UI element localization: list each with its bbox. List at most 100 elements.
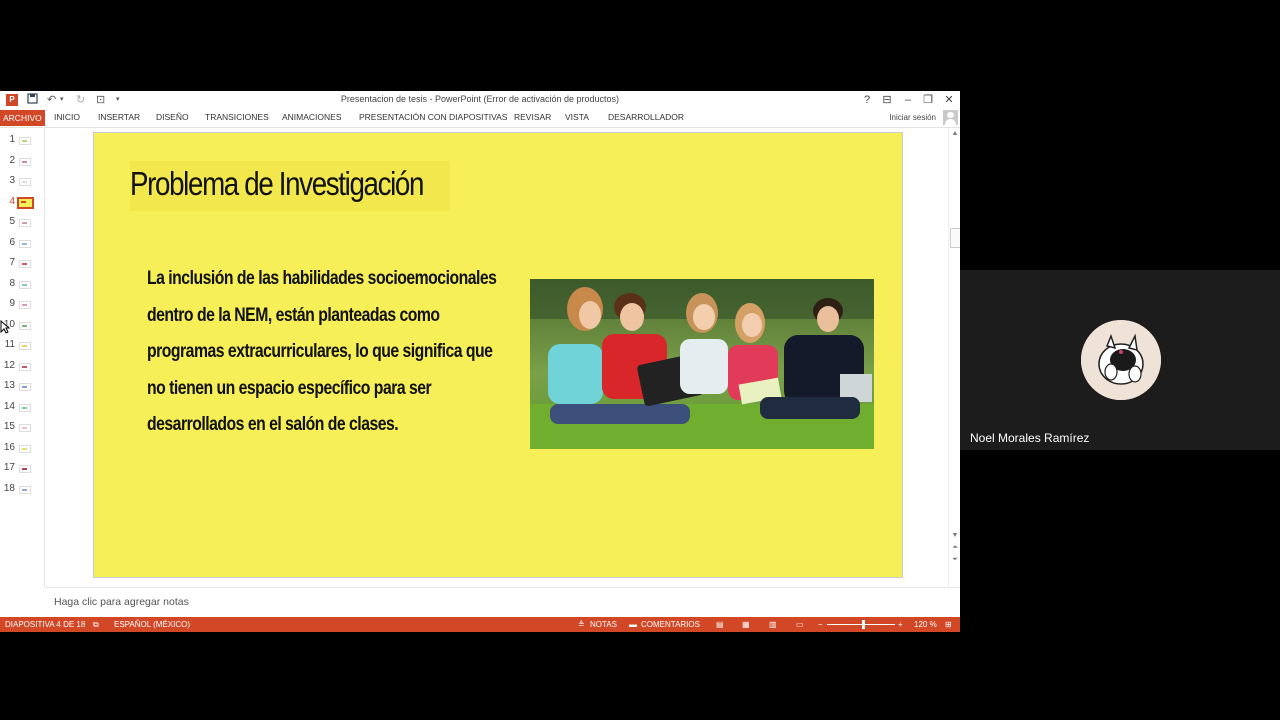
students-photo[interactable] [530, 279, 874, 449]
slide-body-line: desarrollados en el salón de clases. [147, 414, 399, 435]
status-bar: DIAPOSITIVA 4 DE 18 ⧉ ESPAÑOL (MÉXICO) ≜… [0, 617, 960, 632]
slide-title[interactable]: Problema de Investigación [130, 165, 424, 203]
slide-thumbnail[interactable]: 11 [0, 335, 44, 356]
scrollbar-thumb[interactable] [950, 228, 960, 248]
tab-inicio[interactable]: INICIO [54, 112, 80, 122]
scroll-down-icon[interactable]: ▼ [950, 532, 960, 539]
slide-thumbnail-number: 9 [9, 298, 15, 309]
slide-thumbnail-number: 2 [9, 154, 15, 166]
slide-thumbnail-preview [19, 301, 31, 309]
zoom-out-button[interactable]: − [818, 620, 823, 629]
slide-thumbnail-number: 7 [9, 257, 15, 268]
notes-toggle-icon[interactable]: ≜ [578, 620, 585, 629]
tab-revisar[interactable]: REVISAR [514, 112, 551, 122]
slide-thumbnail[interactable]: 6 [0, 233, 44, 254]
slide-thumbnail[interactable]: 13 [0, 376, 44, 397]
slide-thumbnail-number: 14 [3, 400, 15, 412]
slide-thumbnail-number: 11 [4, 339, 15, 350]
comments-icon[interactable]: ▬ [629, 620, 637, 629]
zoom-slider-thumb[interactable] [862, 620, 865, 629]
slide-thumbnail[interactable]: 5 [0, 212, 44, 233]
notes-toggle-button[interactable]: NOTAS [590, 620, 617, 629]
zoom-slider[interactable] [827, 624, 895, 625]
slide-thumbnail-number: 18 [3, 482, 15, 494]
scroll-up-icon[interactable]: ▲ [950, 130, 960, 137]
minimize-button[interactable]: – [901, 93, 915, 107]
slide-body-line: La inclusión de las habilidades socioemo… [147, 268, 497, 289]
fit-slide-icon[interactable]: ⊞ [945, 620, 952, 629]
slide-thumbnail[interactable]: 1 [0, 130, 44, 151]
slide-thumbnail[interactable]: 14 [0, 397, 44, 418]
slide-thumbnail-preview [19, 157, 31, 166]
slide-thumbnail[interactable]: 7 [0, 253, 44, 274]
slide-thumbnail-number: 12 [3, 359, 15, 371]
participant-avatar [1081, 320, 1161, 400]
tab-animaciones[interactable]: ANIMACIONES [282, 112, 342, 122]
tab-transiciones[interactable]: TRANSICIONES [205, 112, 269, 122]
slide-thumbnail-number: 13 [3, 380, 15, 391]
current-slide[interactable]: Problema de Investigación La inclusión d… [93, 132, 903, 578]
slide-thumbnail-preview [19, 485, 31, 494]
mouse-cursor-icon [0, 319, 11, 334]
slide-thumbnail[interactable]: 15 [0, 417, 44, 438]
close-button[interactable]: ✕ [942, 93, 956, 107]
previous-slide-icon[interactable]: ⏶ [950, 544, 960, 552]
notes-pane[interactable]: Haga clic para agregar notas [45, 587, 960, 618]
tab-presentacion-con-diapositivas[interactable]: PRESENTACIÓN CON DIAPOSITIVAS [359, 112, 507, 122]
restore-button[interactable]: ❐ [921, 93, 935, 107]
window-title: Presentacion de tesis - PowerPoint (Erro… [340, 94, 620, 104]
zoom-level[interactable]: 120 % [914, 620, 937, 629]
comments-button[interactable]: COMENTARIOS [641, 620, 700, 629]
slide-thumbnail[interactable]: 17 [0, 458, 44, 479]
slide-thumbnail[interactable]: 12 [0, 356, 44, 377]
slide-thumbnail[interactable]: 3 [0, 171, 44, 192]
spelling-icon[interactable]: ⧉ [93, 620, 99, 630]
next-slide-icon[interactable]: ⏷ [950, 556, 960, 564]
slide-thumbnail-preview [19, 137, 31, 145]
tab-diseno[interactable]: DISEÑO [156, 112, 189, 122]
slide-body-text[interactable]: La inclusión de las habilidades socioemo… [147, 261, 587, 444]
zoom-in-button[interactable]: + [898, 620, 903, 629]
slide-counter[interactable]: DIAPOSITIVA 4 DE 18 [5, 620, 85, 629]
language-indicator[interactable]: ESPAÑOL (MÉXICO) [114, 620, 190, 629]
slide-thumbnail-number: 15 [3, 421, 15, 432]
user-avatar-icon[interactable] [943, 110, 958, 125]
slide-thumbnail-preview [19, 383, 31, 391]
slide-thumbnail[interactable]: 4 [0, 192, 44, 213]
slide-thumbnail[interactable]: 18 [0, 479, 44, 500]
slide-thumbnail[interactable]: 9 [0, 294, 44, 315]
slide-body-line: dentro de la NEM, están planteadas como [147, 304, 440, 326]
notes-placeholder[interactable]: Haga clic para agregar notas [54, 596, 189, 608]
normal-view-icon[interactable]: ▤ [716, 620, 724, 629]
slide-thumbnail-number: 5 [9, 216, 15, 227]
slide-thumbnail-preview [19, 465, 31, 473]
powerpoint-window: P ↶ ▾ ↻ ⊡ ▾ Presentacion de tesis - Powe… [0, 91, 960, 632]
slide-thumbnail-pane: 1 2 3 4 5 6 7 8 9 10 11 12 13 14 15 16 17 18 [0, 128, 45, 587]
participant-tile[interactable]: Noel Morales Ramírez [960, 270, 1280, 450]
ribbon-display-options-icon[interactable]: ⊟ [880, 93, 894, 107]
slide-thumbnail-number: 4 [9, 195, 15, 207]
vertical-scrollbar[interactable]: ▲ ▼ ⏶ ⏷ [948, 128, 960, 587]
slide-thumbnail-preview [19, 403, 31, 412]
slide-thumbnail-preview [19, 280, 31, 289]
tab-insertar[interactable]: INSERTAR [98, 112, 140, 122]
slide-thumbnail[interactable]: 2 [0, 151, 44, 172]
slide-sorter-icon[interactable]: ▦ [742, 620, 750, 629]
slide-thumbnail-number: 6 [9, 236, 15, 248]
slide-thumbnail-preview [19, 444, 31, 453]
slideshow-view-icon[interactable]: ▭ [796, 620, 804, 629]
slide-thumbnail-number: 8 [9, 277, 15, 289]
tab-archivo[interactable]: ARCHIVO [0, 110, 45, 126]
slide-thumbnail-number: 3 [9, 175, 15, 186]
slide-thumbnail[interactable]: 16 [0, 438, 44, 459]
slide-body-line: no tienen un espacio específico para ser [147, 377, 432, 399]
title-bar: P ↶ ▾ ↻ ⊡ ▾ Presentacion de tesis - Powe… [0, 91, 960, 109]
tab-desarrollador[interactable]: DESARROLLADOR [608, 112, 684, 122]
help-button[interactable]: ? [860, 93, 874, 107]
slide-thumbnail[interactable]: 8 [0, 274, 44, 295]
slide-thumbnail-preview [19, 321, 31, 330]
reading-view-icon[interactable]: ▥ [769, 620, 777, 629]
sign-in-link[interactable]: Iniciar sesión [889, 113, 936, 122]
tab-vista[interactable]: VISTA [565, 112, 589, 122]
slide-thumbnail-preview [19, 178, 31, 186]
